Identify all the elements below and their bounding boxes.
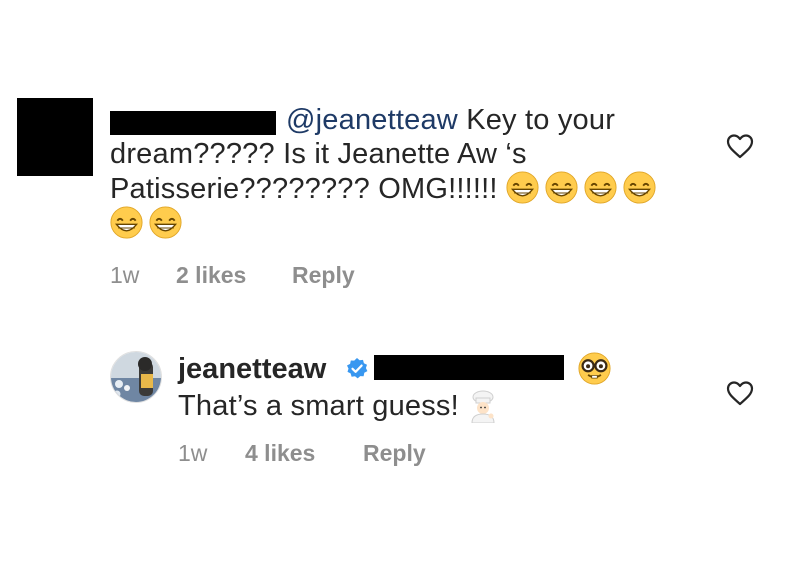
comment-body: That’s a smart guess! — [178, 390, 459, 422]
heart-outline-icon[interactable] — [726, 380, 754, 406]
comment-text-line1: Key to your — [466, 104, 616, 136]
mention-link[interactable]: @jeanetteaw — [286, 104, 458, 136]
grinning-face-emoji — [545, 171, 578, 204]
timestamp: 1w — [110, 262, 140, 288]
likes-count[interactable]: 4 likes — [245, 440, 363, 467]
cook-emoji — [471, 390, 495, 423]
nerd-face-emoji — [578, 352, 611, 385]
timestamp: 1w — [178, 440, 208, 466]
comment-text-line3: Patisserie???????? OMG!!!!!! — [110, 173, 498, 205]
avatar[interactable] — [110, 351, 162, 403]
comment-meta: 1w 2 likes Reply — [110, 262, 355, 289]
comment-meta: 1w 4 likes Reply — [178, 440, 426, 467]
verified-badge-icon — [347, 358, 368, 379]
redacted-avatar — [17, 98, 93, 176]
grinning-face-emoji — [506, 171, 539, 204]
reply-button[interactable]: Reply — [292, 262, 355, 289]
redacted-mention — [374, 355, 564, 380]
grinning-face-emoji — [584, 171, 617, 204]
avatar-photo — [111, 352, 161, 402]
comment-text-line2: dream????? Is it Jeanette Aw ‘s — [110, 138, 527, 170]
heart-outline-icon[interactable] — [726, 133, 754, 159]
reply-button[interactable]: Reply — [363, 440, 426, 467]
username[interactable]: jeanetteaw — [178, 351, 326, 387]
comment-text: That’s a smart guess! — [178, 388, 499, 424]
grinning-face-emoji — [623, 171, 656, 204]
likes-count[interactable]: 2 likes — [176, 262, 292, 289]
grinning-face-emoji — [149, 206, 182, 239]
grinning-face-emoji — [110, 206, 143, 239]
redacted-username — [110, 111, 276, 135]
